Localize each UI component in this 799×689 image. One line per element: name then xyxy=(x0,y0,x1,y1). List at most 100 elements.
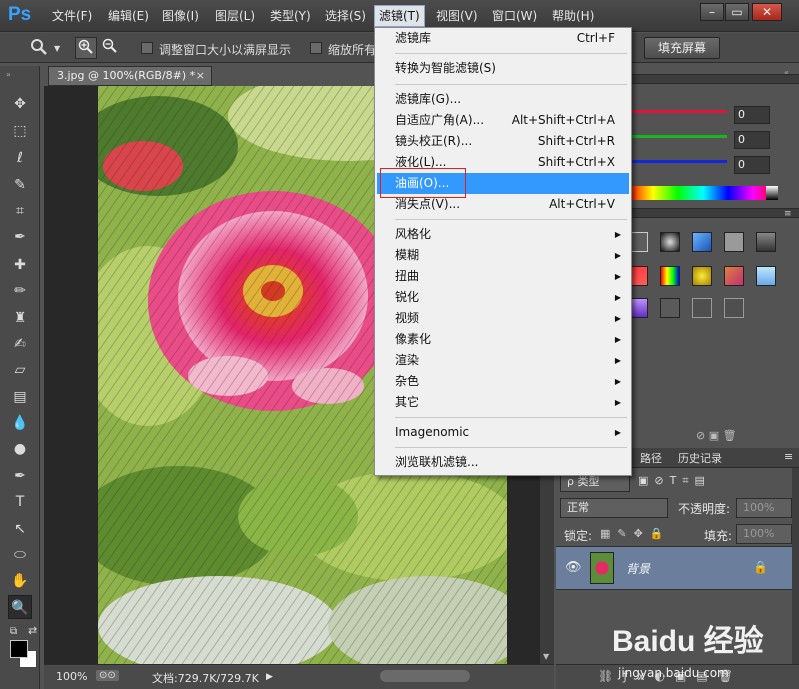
resize-windows-checkbox[interactable] xyxy=(141,42,153,54)
panel-menu-icon[interactable]: ≡ xyxy=(784,209,792,219)
style-swatch[interactable] xyxy=(660,298,680,318)
layer-name[interactable]: 背景 xyxy=(626,560,650,577)
menu-item-imagenomic[interactable]: Imagenomic ▶ xyxy=(377,422,629,443)
clone-stamp-tool-icon[interactable]: ♜ xyxy=(8,306,32,330)
opacity-field[interactable]: 100% xyxy=(736,498,792,518)
minimize-button[interactable]: – xyxy=(700,3,724,21)
hand-tool-icon[interactable]: ✋ xyxy=(8,569,32,593)
status-info-icon[interactable]: ⊙⊙ xyxy=(96,670,119,681)
zoom-tool-selected-icon[interactable]: 🔍 xyxy=(8,595,32,619)
style-swatch[interactable] xyxy=(692,232,712,252)
style-swatch[interactable] xyxy=(692,266,712,286)
style-swatch[interactable] xyxy=(724,298,744,318)
swap-colors-icon[interactable]: ⇄ xyxy=(28,624,37,637)
status-menu-arrow-icon[interactable]: ▶ xyxy=(266,672,273,682)
black-white-ramp[interactable] xyxy=(766,186,778,200)
fill-field[interactable]: 100% xyxy=(736,524,792,544)
layer-row-background[interactable]: 👁 背景 🔒 xyxy=(556,546,792,590)
menu-image[interactable]: 图像(I) xyxy=(162,8,199,26)
tab-history[interactable]: 历史记录 xyxy=(678,450,722,466)
default-colors-icon[interactable]: ⧉ xyxy=(10,626,17,637)
zoom-in-icon[interactable] xyxy=(75,37,97,59)
marquee-tool-icon[interactable]: ⬚ xyxy=(8,119,32,143)
style-swatch[interactable] xyxy=(660,266,680,286)
close-tab-icon[interactable]: × xyxy=(196,67,205,85)
lock-icons[interactable]: ▦✎✥🔒 xyxy=(600,527,671,540)
quick-selection-tool-icon[interactable]: ✎ xyxy=(8,173,32,197)
panel-collapse-icon[interactable]: » xyxy=(6,70,11,79)
path-selection-tool-icon[interactable]: ↖ xyxy=(8,517,32,541)
menu-item-blur[interactable]: 模糊 ▶ xyxy=(377,245,629,266)
menu-window[interactable]: 窗口(W) xyxy=(492,8,537,26)
style-swatch[interactable] xyxy=(756,266,776,286)
red-slider[interactable] xyxy=(632,110,727,113)
style-swatch[interactable] xyxy=(724,266,744,286)
menu-edit[interactable]: 编辑(E) xyxy=(108,8,149,26)
visibility-eye-icon[interactable]: 👁 xyxy=(565,560,582,575)
menu-select[interactable]: 选择(S) xyxy=(325,8,366,26)
menu-item-filter-gallery-last[interactable]: 滤镜库 Ctrl+F xyxy=(377,28,629,49)
fill-screen-button[interactable]: 填充屏幕 xyxy=(644,37,720,59)
zoom-tool-icon[interactable] xyxy=(28,37,50,59)
foreground-color-swatch[interactable] xyxy=(10,640,28,658)
menu-item-lens-correction[interactable]: 镜头校正(R)... Shift+Ctrl+R xyxy=(377,131,629,152)
close-button[interactable]: ✕ xyxy=(752,3,782,21)
menu-view[interactable]: 视图(V) xyxy=(436,8,478,26)
tool-preset-dropdown-icon[interactable]: ▼ xyxy=(54,44,60,53)
restore-button[interactable]: ▭ xyxy=(725,3,749,21)
menu-help[interactable]: 帮助(H) xyxy=(552,8,594,26)
menu-file[interactable]: 文件(F) xyxy=(52,8,92,26)
style-swatch[interactable] xyxy=(756,232,776,252)
zoom-level[interactable]: 100% xyxy=(56,670,87,683)
shape-tool-icon[interactable]: ⬭ xyxy=(8,543,32,567)
tab-paths[interactable]: 路径 xyxy=(640,450,662,466)
watermark-logo: Baidu 经验 xyxy=(612,625,764,658)
gradient-tool-icon[interactable]: ▤ xyxy=(8,385,32,409)
crop-tool-icon[interactable]: ⌗ xyxy=(8,199,32,223)
style-swatch[interactable] xyxy=(660,232,680,252)
eyedropper-tool-icon[interactable]: ✒ xyxy=(8,225,32,249)
menu-layer[interactable]: 图层(L) xyxy=(215,8,255,26)
menu-item-distort[interactable]: 扭曲 ▶ xyxy=(377,266,629,287)
menu-item-sharpen[interactable]: 锐化 ▶ xyxy=(377,287,629,308)
blue-slider[interactable] xyxy=(632,160,727,163)
brush-tool-icon[interactable]: ✏ xyxy=(8,279,32,303)
history-brush-tool-icon[interactable]: ✍ xyxy=(8,332,32,356)
color-spectrum-bar[interactable] xyxy=(628,186,778,200)
move-tool-icon[interactable]: ✥ xyxy=(8,92,32,116)
scroll-down-arrow-icon[interactable]: ▼ xyxy=(543,652,549,661)
menu-item-browse-online-filters[interactable]: 浏览联机滤镜... xyxy=(377,452,629,473)
menu-item-filter-gallery[interactable]: 滤镜库(G)... xyxy=(377,89,629,110)
dodge-tool-icon[interactable]: ● xyxy=(8,437,32,461)
menu-item-video[interactable]: 视频 ▶ xyxy=(377,308,629,329)
zoom-out-icon[interactable] xyxy=(99,37,121,59)
menu-item-other[interactable]: 其它 ▶ xyxy=(377,392,629,413)
healing-brush-tool-icon[interactable]: ✚ xyxy=(8,253,32,277)
eraser-tool-icon[interactable]: ▱ xyxy=(8,358,32,382)
menu-item-adaptive-wide-angle[interactable]: 自适应广角(A)... Alt+Shift+Ctrl+A xyxy=(377,110,629,131)
document-tab[interactable]: 3.jpg @ 100%(RGB/8#) * × xyxy=(48,66,212,86)
styles-panel-footer-icons[interactable]: ⊘ ▣ 🗑 xyxy=(696,429,737,442)
panel-menu-icon[interactable]: ≡ xyxy=(784,450,793,463)
type-tool-icon[interactable]: T xyxy=(8,490,32,514)
menu-item-convert-smart-filter[interactable]: 转换为智能滤镜(S) xyxy=(377,58,629,79)
menu-item-render[interactable]: 渲染 ▶ xyxy=(377,350,629,371)
zoom-all-checkbox[interactable] xyxy=(310,42,322,54)
blue-value[interactable]: 0 xyxy=(734,156,770,174)
lasso-tool-icon[interactable]: ℓ xyxy=(8,146,32,170)
menu-item-noise[interactable]: 杂色 ▶ xyxy=(377,371,629,392)
menu-item-pixelate[interactable]: 像素化 ▶ xyxy=(377,329,629,350)
style-swatch[interactable] xyxy=(724,232,744,252)
green-slider[interactable] xyxy=(632,135,727,138)
blur-tool-icon[interactable]: 💧 xyxy=(8,411,32,435)
layer-filter-icons[interactable]: ▣⊘T⌗▤ xyxy=(638,474,711,488)
pen-tool-icon[interactable]: ✒ xyxy=(8,464,32,488)
menu-type[interactable]: 类型(Y) xyxy=(270,8,311,26)
menu-item-stylize[interactable]: 风格化 ▶ xyxy=(377,224,629,245)
blend-mode-dropdown[interactable]: 正常 xyxy=(560,498,668,518)
red-value[interactable]: 0 xyxy=(734,106,770,124)
horizontal-scrollbar-thumb[interactable] xyxy=(380,670,470,682)
menu-filter[interactable]: 滤镜(T) xyxy=(374,5,425,27)
green-value[interactable]: 0 xyxy=(734,131,770,149)
style-swatch[interactable] xyxy=(692,298,712,318)
